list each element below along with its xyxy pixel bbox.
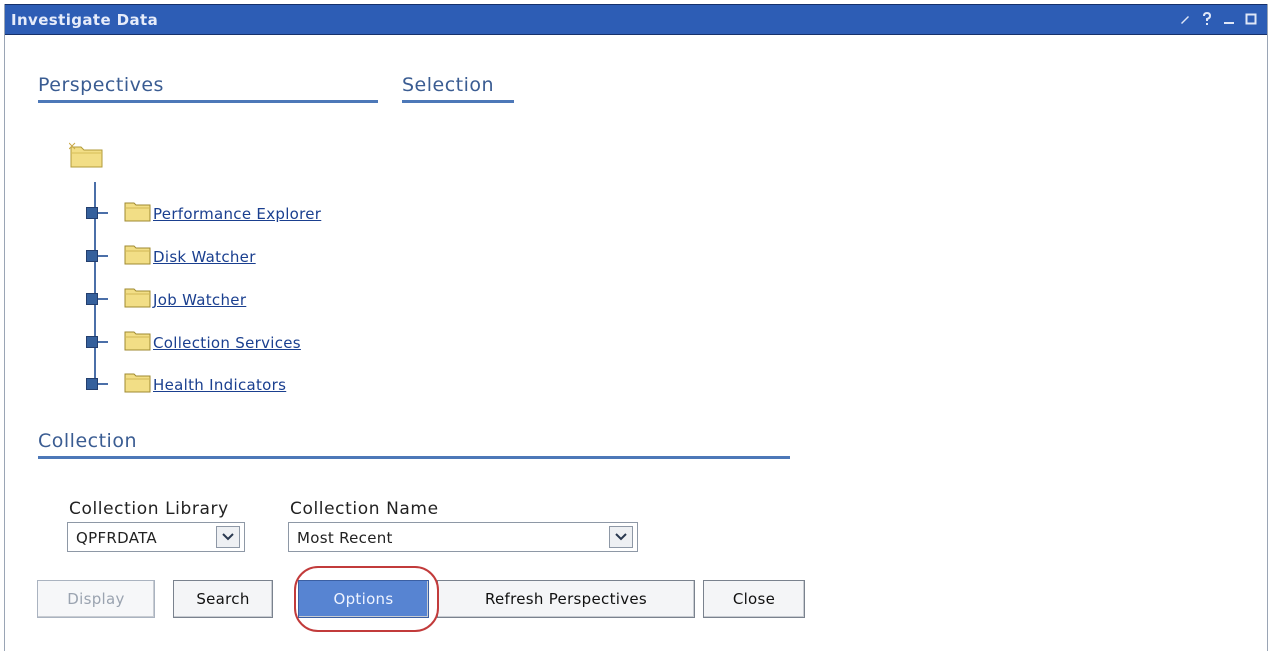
search-button[interactable]: Search (173, 580, 273, 618)
investigate-data-window: Investigate Data Perspectives Selection (4, 4, 1268, 651)
refresh-perspectives-button[interactable]: Refresh Perspectives (437, 580, 695, 618)
collection-library-value: QPFRDATA (76, 529, 157, 547)
collection-name-value: Most Recent (297, 529, 393, 547)
folder-icon (124, 199, 152, 227)
minimize-icon[interactable] (1221, 11, 1237, 27)
collection-rule (38, 456, 790, 459)
title-controls (1177, 11, 1259, 27)
folder-icon (124, 370, 152, 398)
tree-expand-icon[interactable] (86, 293, 98, 305)
collection-name-label: Collection Name (290, 499, 439, 519)
edit-icon[interactable] (1177, 11, 1193, 27)
maximize-icon[interactable] (1243, 11, 1259, 27)
collection-heading: Collection (38, 430, 137, 452)
tree-expand-icon[interactable] (86, 250, 98, 262)
options-button[interactable]: Options (298, 580, 429, 618)
folder-icon (124, 242, 152, 270)
tree-item-link[interactable]: Disk Watcher (153, 248, 256, 266)
chevron-down-icon[interactable] (609, 526, 633, 548)
folder-icon (124, 285, 152, 313)
folder-icon (124, 328, 152, 356)
tree-expand-icon[interactable] (86, 378, 98, 390)
collection-library-label: Collection Library (69, 499, 229, 519)
perspectives-heading: Perspectives (38, 74, 164, 96)
window-title: Investigate Data (11, 11, 159, 29)
close-button[interactable]: Close (703, 580, 805, 618)
collection-library-select[interactable]: QPFRDATA (67, 522, 245, 552)
tree-item-link[interactable]: Job Watcher (153, 291, 246, 309)
tree-root-folder-icon[interactable] (68, 141, 105, 173)
tree-item-link[interactable]: Health Indicators (153, 376, 286, 394)
selection-rule (402, 100, 514, 103)
display-button[interactable]: Display (37, 580, 155, 618)
title-bar: Investigate Data (5, 4, 1267, 35)
perspectives-rule (38, 100, 378, 103)
tree-item-link[interactable]: Performance Explorer (153, 205, 321, 223)
selection-heading: Selection (402, 74, 495, 96)
tree-expand-icon[interactable] (86, 336, 98, 348)
tree-item-link[interactable]: Collection Services (153, 334, 301, 352)
chevron-down-icon[interactable] (216, 526, 240, 548)
help-icon[interactable] (1199, 11, 1215, 27)
tree-expand-icon[interactable] (86, 207, 98, 219)
collection-name-select[interactable]: Most Recent (288, 522, 638, 552)
